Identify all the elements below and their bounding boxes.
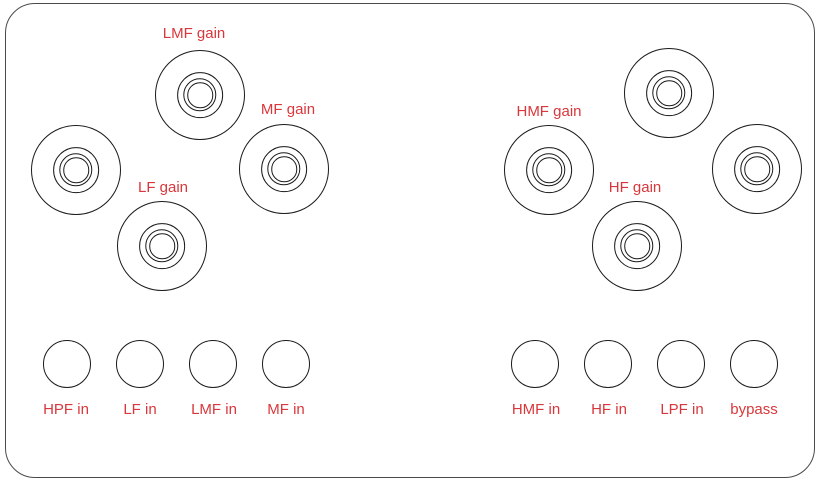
- label-hpf-in: HPF in: [43, 401, 89, 418]
- button-hf-in[interactable]: [584, 340, 632, 388]
- knob-hf-unlabeled-top[interactable]: [624, 48, 714, 138]
- button-lmf-in[interactable]: [189, 340, 237, 388]
- label-hf-in: HF in: [591, 401, 627, 418]
- knob-cap: [624, 233, 650, 259]
- label-lf-in: LF in: [123, 401, 157, 418]
- button-lpf-in[interactable]: [657, 340, 705, 388]
- label-lpf-in: LPF in: [660, 401, 704, 418]
- label-lf-gain: LF gain: [137, 179, 189, 196]
- label-bypass: bypass: [730, 401, 778, 418]
- button-mf-in[interactable]: [262, 340, 310, 388]
- label-mf-gain: MF gain: [260, 101, 316, 118]
- knob-hmf-gain[interactable]: [504, 125, 594, 215]
- label-hmf-in: HMF in: [511, 401, 561, 418]
- knob-cap: [744, 156, 770, 182]
- button-hmf-in[interactable]: [511, 340, 559, 388]
- knob-cap: [63, 157, 89, 183]
- knob-lf-unlabeled[interactable]: [31, 125, 121, 215]
- label-hmf-gain: HMF gain: [516, 103, 582, 120]
- knob-cap: [187, 82, 213, 108]
- knob-lmf-gain[interactable]: [155, 50, 245, 140]
- knob-cap: [271, 156, 297, 182]
- knob-cap: [656, 80, 682, 106]
- knob-mf-gain[interactable]: [239, 124, 329, 214]
- label-mf-in: MF in: [267, 401, 305, 418]
- button-hpf-in[interactable]: [43, 340, 91, 388]
- label-hf-gain: HF gain: [608, 179, 662, 196]
- knob-hf-unlabeled-right[interactable]: [712, 124, 802, 214]
- label-lmf-gain: LMF gain: [162, 25, 226, 42]
- label-lmf-in: LMF in: [191, 401, 237, 418]
- button-lf-in[interactable]: [116, 340, 164, 388]
- knob-lf-gain[interactable]: [117, 201, 207, 291]
- knob-cap: [536, 157, 562, 183]
- knob-hf-gain[interactable]: [592, 201, 682, 291]
- button-bypass[interactable]: [730, 340, 778, 388]
- knob-cap: [149, 233, 175, 259]
